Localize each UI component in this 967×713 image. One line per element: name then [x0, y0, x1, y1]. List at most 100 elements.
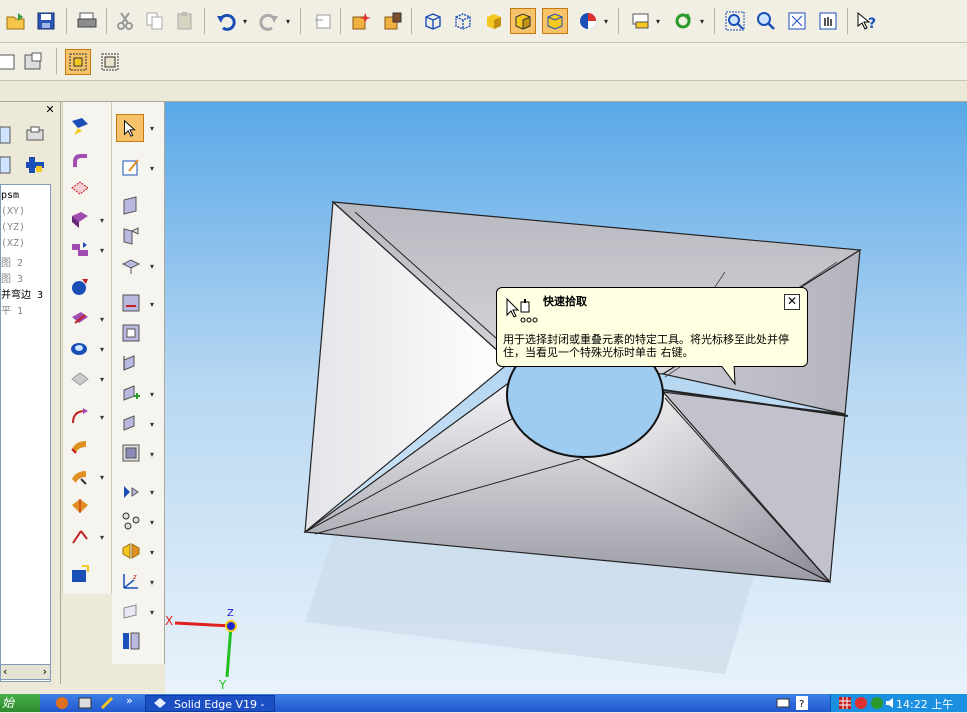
select-box-icon[interactable]: [65, 49, 91, 75]
quicklaunch-browser-icon[interactable]: [55, 696, 69, 710]
unbend-icon[interactable]: [69, 435, 91, 457]
tab-icon[interactable]: [69, 116, 91, 138]
render-icon[interactable]: [575, 8, 601, 34]
mirror-icon[interactable]: [120, 540, 142, 562]
perpendicular-plane-icon[interactable]: [120, 254, 142, 276]
select-outside-icon[interactable]: [97, 49, 123, 75]
start-button[interactable]: 始: [0, 694, 40, 712]
library-icon[interactable]: [22, 152, 48, 178]
jog-dropdown-icon[interactable]: ▾: [100, 246, 104, 255]
contour-flange-icon[interactable]: [69, 178, 91, 200]
edgebar-close-button[interactable]: ✕: [44, 104, 56, 116]
rotate-icon[interactable]: [670, 8, 696, 34]
axes-dropdown-icon[interactable]: ▾: [150, 578, 154, 587]
hidden-edge-icon[interactable]: [450, 8, 476, 34]
keyboard-icon[interactable]: [776, 697, 790, 709]
sheet-icon[interactable]: [20, 49, 46, 75]
pan-icon[interactable]: [815, 8, 841, 34]
normal-cutout-icon[interactable]: [69, 337, 91, 359]
tangent-plane-dropdown-icon[interactable]: ▾: [150, 300, 154, 309]
normal-cutout-dropdown-icon[interactable]: ▾: [100, 345, 104, 354]
cutout-dropdown-icon[interactable]: ▾: [100, 315, 104, 324]
close-corner-dropdown-icon[interactable]: ▾: [100, 533, 104, 542]
select-tool-button[interactable]: [116, 114, 144, 142]
mirror-dropdown-icon[interactable]: ▾: [150, 548, 154, 557]
zone-icon[interactable]: [348, 8, 374, 34]
tray-grid-icon[interactable]: [839, 697, 851, 709]
close-corner-icon[interactable]: [69, 525, 91, 547]
layers-icon[interactable]: [22, 122, 48, 148]
tray-network-icon[interactable]: [871, 697, 883, 709]
face-dropdown-icon[interactable]: ▾: [150, 450, 154, 459]
surface-icon[interactable]: [120, 412, 142, 434]
undo-icon[interactable]: [213, 8, 239, 34]
plane-dropdown-icon[interactable]: ▾: [150, 262, 154, 271]
split-icon[interactable]: [120, 630, 142, 652]
fit-icon[interactable]: [784, 8, 810, 34]
sheet-metal-model[interactable]: [165, 102, 967, 694]
tree-item[interactable]: psm: [1, 190, 19, 201]
graphics-viewport[interactable]: X Y Z: [165, 102, 967, 694]
axes-icon[interactable]: z: [120, 570, 142, 592]
render-dropdown-icon[interactable]: ▾: [604, 17, 608, 26]
sketch-icon[interactable]: [120, 156, 142, 178]
view-manager-icon[interactable]: [628, 8, 654, 34]
view-dropdown-icon[interactable]: ▾: [656, 17, 660, 26]
extend-icon[interactable]: [120, 480, 142, 502]
cutout-icon[interactable]: [69, 307, 91, 329]
hole-icon[interactable]: [69, 276, 91, 298]
sketch-plane-icon[interactable]: [120, 600, 142, 622]
tree-item[interactable]: 图 2: [1, 254, 23, 269]
surface-dropdown-icon[interactable]: ▾: [150, 420, 154, 429]
quicklaunch-desktop-icon[interactable]: [78, 696, 92, 710]
offset-plane-icon[interactable]: [120, 322, 142, 344]
save-icon[interactable]: [33, 8, 59, 34]
tree-item[interactable]: (XY): [1, 206, 25, 217]
feature-tree[interactable]: psm (XY) (YZ) (XZ) 图 2 图 3 并弯边 3 平 1: [0, 184, 51, 682]
copy-icon[interactable]: [142, 8, 168, 34]
tree-horizontal-scrollbar[interactable]: ‹ ›: [0, 664, 51, 680]
smooth-shaded-icon[interactable]: [542, 8, 568, 34]
print-icon[interactable]: [74, 8, 100, 34]
help-icon[interactable]: ?: [796, 696, 808, 710]
shaded-edges-icon[interactable]: [510, 8, 536, 34]
whats-this-icon[interactable]: ?: [853, 8, 879, 34]
tree-item[interactable]: (YZ): [1, 222, 25, 233]
tray-security-icon[interactable]: [855, 697, 867, 709]
scroll-left-arrow[interactable]: ‹: [3, 665, 7, 678]
rotate-dropdown-icon[interactable]: ▾: [700, 17, 704, 26]
open-icon[interactable]: [3, 8, 29, 34]
rebend-icon[interactable]: [69, 465, 91, 487]
tooltip-close-button[interactable]: ✕: [784, 294, 800, 310]
coordinate-dropdown-icon[interactable]: ▾: [150, 518, 154, 527]
bend-dropdown-icon[interactable]: ▾: [100, 413, 104, 422]
feature-pathfinder-icon[interactable]: [0, 122, 22, 148]
insert-plane-dropdown-icon[interactable]: ▾: [150, 390, 154, 399]
tree-item[interactable]: 图 3: [1, 270, 23, 285]
redo-icon[interactable]: [256, 8, 282, 34]
new-window-icon[interactable]: [310, 8, 336, 34]
tangent-plane-icon[interactable]: [120, 292, 142, 314]
flange-icon[interactable]: [69, 148, 91, 170]
bend-icon[interactable]: [69, 405, 91, 427]
select-zone-icon[interactable]: [380, 8, 406, 34]
layout-icon[interactable]: [0, 49, 20, 75]
redo-dropdown-icon[interactable]: ▾: [286, 17, 290, 26]
rebend-dropdown-icon[interactable]: ▾: [100, 473, 104, 482]
emboss-icon[interactable]: [69, 367, 91, 389]
angled-plane-icon[interactable]: [120, 224, 142, 246]
family-icon[interactable]: [0, 152, 22, 178]
zoom-icon[interactable]: [753, 8, 779, 34]
lofted-flange-icon[interactable]: [69, 208, 91, 230]
coincident-plane-icon[interactable]: [120, 194, 142, 216]
zoom-area-icon[interactable]: [722, 8, 748, 34]
scroll-right-arrow[interactable]: ›: [43, 665, 47, 678]
quicklaunch-app-icon[interactable]: [100, 696, 114, 710]
parallel-plane-icon[interactable]: [120, 352, 142, 374]
tree-item[interactable]: (XZ): [1, 238, 25, 249]
sketch-plane-dropdown-icon[interactable]: ▾: [150, 608, 154, 617]
quicklaunch-more[interactable]: »: [126, 694, 133, 707]
wireframe-icon[interactable]: [420, 8, 446, 34]
paste-icon[interactable]: [172, 8, 198, 34]
face-icon[interactable]: [120, 442, 142, 464]
